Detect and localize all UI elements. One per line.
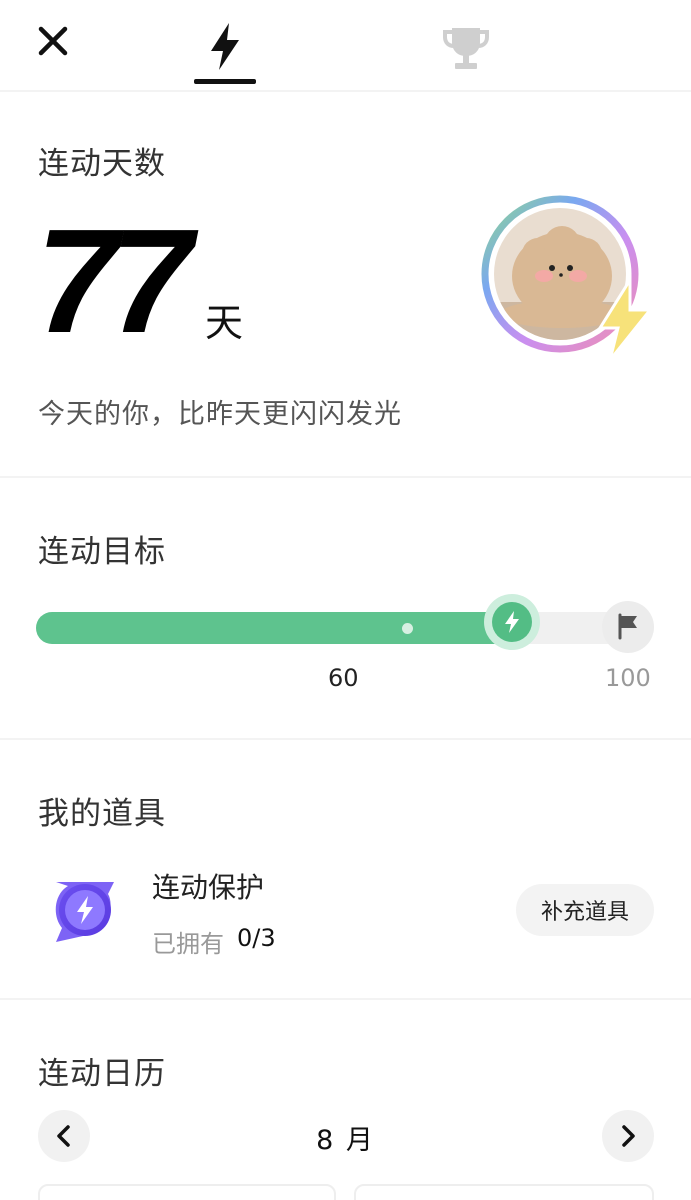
item-owned-count: 0/3 [237,924,276,952]
items-title: 我的道具 [38,796,166,832]
streak-days-count: 77 [36,199,193,364]
goal-milestone-dot [401,623,413,634]
refill-items-button[interactable]: 补充道具 [516,884,654,936]
item-name: 连动保护 [152,871,265,904]
calendar-month: 8 月 [316,1125,375,1156]
goal-title: 连动目标 [38,534,166,570]
calendar-card [354,1184,654,1200]
section-divider [0,476,691,478]
lightning-icon [211,23,239,70]
tab-streak[interactable] [194,18,256,84]
shield-lightning-icon [48,874,118,944]
close-button[interactable] [36,24,70,58]
goal-tick-label: 60 [328,664,359,692]
goal-progress-fill [36,612,516,644]
lightning-icon [504,611,519,633]
streak-days-title: 连动天数 [38,146,166,182]
goal-end-marker [602,601,654,653]
close-icon [38,26,68,56]
calendar-next-button[interactable] [602,1110,654,1162]
streak-days-unit: 天 [205,301,244,345]
calendar-card [38,1184,336,1200]
chevron-right-icon [622,1125,635,1147]
goal-progress-knob [483,594,540,650]
active-tab-indicator [194,79,256,84]
section-divider [0,998,691,1000]
tab-trophy[interactable] [440,24,492,72]
calendar-title: 连动日历 [38,1056,166,1092]
top-bar [0,0,691,92]
item-owned-label: 已拥有 [152,930,224,958]
flag-icon [618,613,637,640]
section-divider [0,738,691,740]
streak-motto: 今天的你，比昨天更闪闪发光 [38,399,402,430]
trophy-icon [443,28,489,69]
goal-end-label: 100 [605,664,651,692]
goal-progress-track [36,594,654,650]
avatar[interactable] [478,192,658,364]
